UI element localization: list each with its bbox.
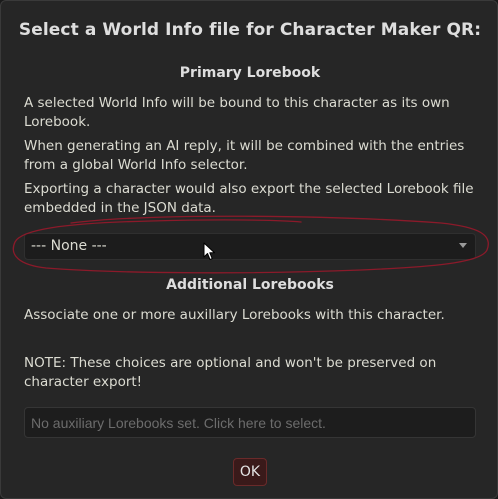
dialog-title: Select a World Info file for Character M…: [18, 20, 482, 40]
auxiliary-lorebooks-placeholder: No auxiliary Lorebooks set. Click here t…: [31, 415, 326, 431]
primary-lorebook-heading: Primary Lorebook: [179, 65, 321, 81]
ok-button[interactable]: OK: [233, 458, 267, 486]
primary-lorebook-description: A selected World Info will be bound to t…: [24, 95, 450, 130]
additional-lorebooks-description: Associate one or more auxillary Lorebook…: [24, 307, 445, 323]
primary-lorebook-combine-note: When generating an AI reply, it will be …: [24, 138, 465, 173]
auxiliary-lorebooks-select[interactable]: No auxiliary Lorebooks set. Click here t…: [24, 407, 476, 438]
chevron-down-icon: [459, 243, 467, 248]
primary-lorebook-select-value: --- None ---: [31, 238, 107, 254]
primary-lorebook-select[interactable]: --- None ---: [24, 233, 476, 260]
additional-lorebooks-heading: Additional Lorebooks: [166, 277, 334, 293]
world-info-dialog: Select a World Info file for Character M…: [0, 0, 498, 499]
additional-lorebooks-note: NOTE: These choices are optional and won…: [24, 355, 437, 390]
primary-lorebook-export-note: Exporting a character would also export …: [24, 181, 474, 216]
